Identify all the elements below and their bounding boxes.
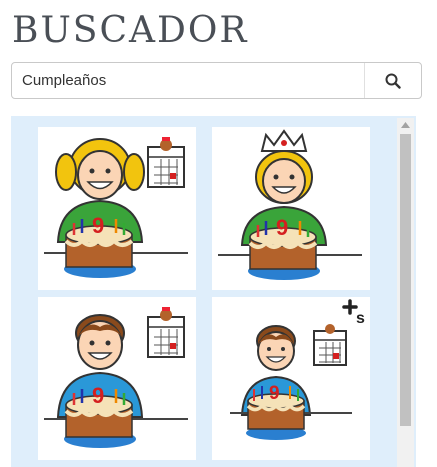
- boy-birthday-cake-icon: 9: [44, 307, 188, 448]
- search-button[interactable]: [364, 63, 421, 98]
- svg-text:9: 9: [92, 213, 104, 238]
- results-grid: 9 9 9 s 9: [11, 116, 416, 467]
- girl-birthday-cake-icon: 9: [44, 137, 188, 278]
- svg-text:9: 9: [276, 215, 288, 240]
- boy-birthday-plural-icon: s 9: [230, 299, 365, 440]
- scroll-up-arrow[interactable]: [397, 118, 414, 132]
- plural-badge: s: [356, 310, 365, 327]
- search-icon: [385, 73, 401, 89]
- girl-crown-birthday-cake-icon: 9: [218, 129, 362, 280]
- pictogram-boy-birthday[interactable]: 9: [38, 297, 196, 460]
- pictogram-boy-birthday-plural[interactable]: s 9: [212, 297, 370, 460]
- results-scrollbar[interactable]: [397, 118, 414, 467]
- search-input[interactable]: [22, 63, 362, 98]
- plural-plus-icon: [342, 299, 358, 315]
- search-bar: [11, 62, 422, 99]
- scrollbar-thumb[interactable]: [400, 134, 411, 426]
- pictogram-girl-crown-birthday[interactable]: 9: [212, 127, 370, 290]
- page-title: BUSCADOR: [12, 10, 249, 51]
- svg-text:9: 9: [92, 383, 104, 408]
- caret-up-icon: [401, 122, 410, 128]
- pictogram-girl-birthday[interactable]: 9: [38, 127, 196, 290]
- svg-text:9: 9: [269, 383, 280, 404]
